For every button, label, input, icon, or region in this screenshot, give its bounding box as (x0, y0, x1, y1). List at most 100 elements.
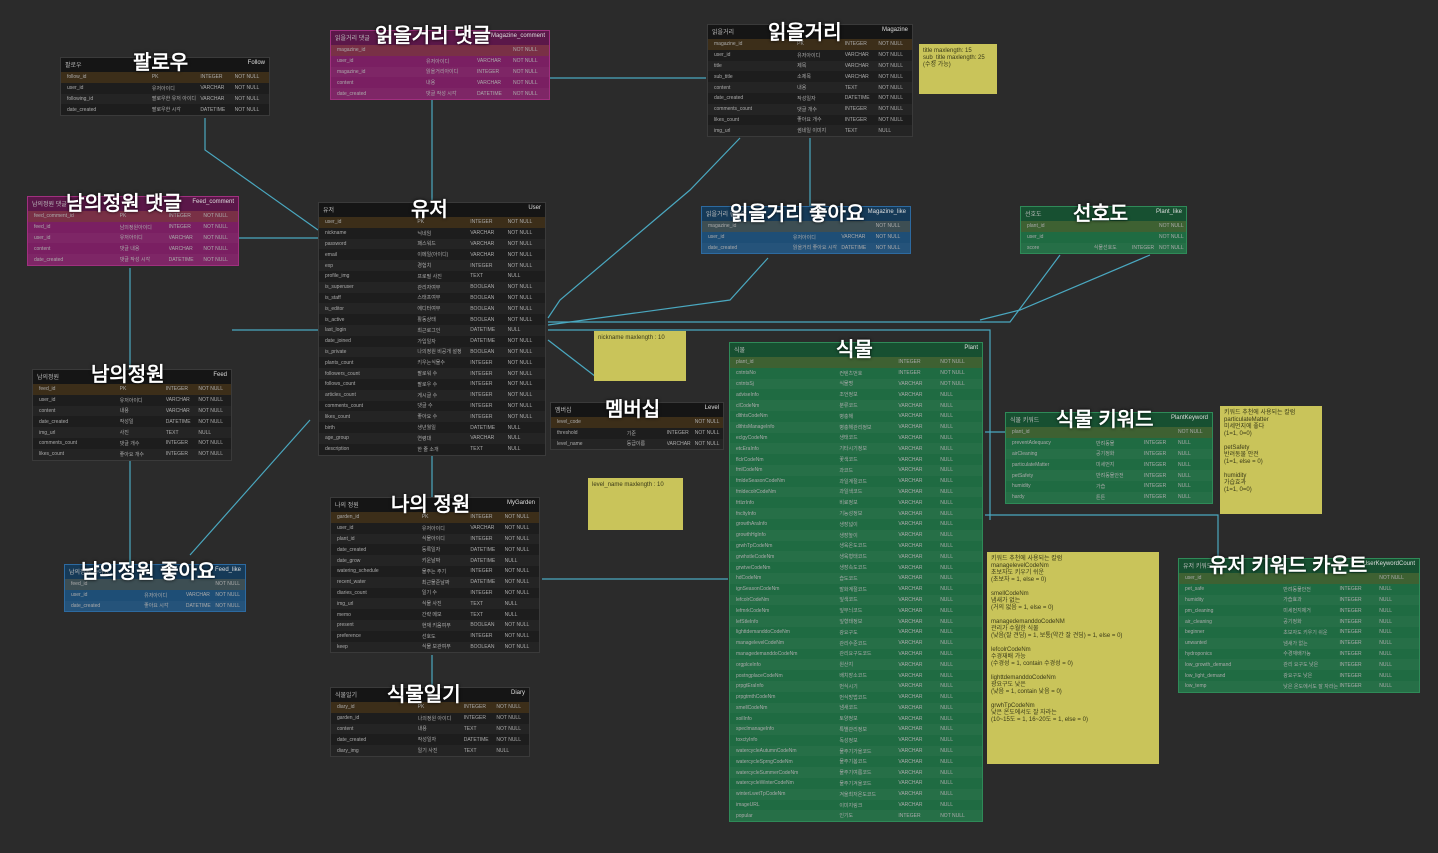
column-nullable: NULL (940, 640, 953, 647)
table-row: img_url 썸네일 이미지 TEXT NULL (708, 125, 912, 136)
feed-table[interactable]: 남의정원 Feed feed_id PK INTEGER NOT NULL user_id… (32, 364, 232, 461)
column-description: 병충해관리정보 (839, 424, 872, 431)
column-nullable: NOT NULL (504, 525, 530, 532)
column-name: watercycleSprngCodeNm (736, 758, 793, 765)
table-english-name: Diary (510, 690, 525, 696)
column-nullable: NOT NULL (507, 262, 533, 269)
column-type: VARCHAR (168, 234, 193, 241)
table-row: adviseInfo 조언정보 VARCHAR NULL (730, 389, 982, 400)
follow-table[interactable]: 팔로우 Follow follow_id PK INTEGER NOT NULL user… (60, 52, 270, 117)
column-nullable: NULL (1178, 472, 1191, 479)
column-type: INTEGER (1339, 650, 1362, 657)
column-name: managelevelCodeNm (736, 640, 785, 647)
column-name: following_id (67, 95, 94, 102)
column-name: watercycleAutumnCodeNm (736, 748, 797, 755)
table-row: content 내용 TEXT NOT NULL (331, 724, 529, 735)
magazine-table[interactable]: 읽을거리 Magazine magazine_id PK INTEGER NOT NUL… (707, 22, 913, 138)
column-type: INTEGER (470, 514, 493, 521)
column-nullable: NULL (940, 586, 953, 593)
plant-like-table[interactable]: 선호도 Plant_like plant_id NOT NULL user_id NOT… (1020, 203, 1187, 255)
column-type: BOOLEAN (470, 294, 495, 301)
table-row: user_id 유저아이디 VARCHAR NOT NULL (65, 590, 245, 601)
table-title: 팔로우 (133, 52, 189, 74)
column-type: INTEGER (470, 589, 493, 596)
column-nullable: NOT NULL (203, 224, 228, 231)
column-name: last_login (325, 327, 347, 334)
table-row: hydroponics 수경재배가능 INTEGER NULL (1179, 649, 1419, 660)
table-row: watercycleAutumnCodeNm 물주기가을코드 VARCHAR NULL (730, 746, 982, 757)
user-keyword-count-table[interactable]: 유저 키워드 UserKeywordCount user_id NOT NULL pe… (1178, 555, 1420, 693)
column-name: watercycleSummerCodeNm (736, 769, 799, 776)
column-type: INTEGER (1339, 661, 1362, 668)
column-nullable: NULL (940, 575, 953, 582)
column-description: 컨텐츠번호 (839, 370, 863, 377)
table-korean-label: 읽을거리 (712, 30, 735, 36)
diary-table[interactable]: 식물일기 Diary diary_id PK INTEGER NOT NULL garde… (330, 684, 530, 757)
column-type: INTEGER (470, 535, 493, 542)
table-row: imageURL 이미지링크 VARCHAR NULL (730, 800, 982, 811)
table-row: user_id 유저아이디 VARCHAR NOT NULL (61, 83, 269, 94)
plant-keyword-table[interactable]: 식물 키워드 PlantKeyword plant_id NOT NULL preve… (1005, 409, 1213, 504)
level-table[interactable]: 멤버십 Level level_code NOT NULL threshold 기준 IN… (550, 399, 724, 451)
column-description: 사진 (119, 430, 129, 437)
table-title: 식물일기 (387, 684, 461, 706)
column-nullable: NULL (198, 429, 212, 436)
table-row: magazine_id 읽을거리아이디 INTEGER NOT NULL (331, 67, 549, 78)
column-type: DATETIME (463, 736, 489, 743)
column-name: present (337, 622, 354, 629)
column-description: 식물아이디 (421, 536, 445, 543)
column-type: DATETIME (165, 418, 191, 425)
column-type: VARCHAR (470, 435, 495, 442)
table-row: memo 간략 메모 TEXT NULL (331, 609, 539, 620)
column-type: INTEGER (844, 41, 867, 48)
column-nullable: NOT NULL (878, 52, 903, 59)
column-description: 팔로워 수 (417, 371, 438, 378)
table-row: smellCodeNm 냄새코드 VARCHAR NULL (730, 703, 982, 714)
column-description: 생장넓이 (839, 521, 858, 528)
magazine-comment-table[interactable]: 읽을거리 댓글 Magazine_comment magazine_id NOT N… (330, 25, 550, 100)
column-name: managedemanddoCodeNm (736, 650, 798, 657)
column-name: user_id (39, 397, 56, 404)
magazine-like-table[interactable]: 읽을거리 좋아요 Magazine_like magazine_id NOT NUL… (701, 203, 911, 255)
plant-table[interactable]: 식물 Plant plant_id INTEGER NOT NULL cntntsNo 컨… (729, 339, 983, 823)
column-nullable: NOT NULL (504, 622, 530, 629)
column-nullable: NOT NULL (504, 579, 530, 586)
table-row: articles_count 게시글 수 INTEGER NOT NULL (319, 390, 545, 401)
column-nullable: NOT NULL (507, 294, 533, 301)
column-type: INTEGER (844, 106, 867, 113)
column-nullable: NULL (1178, 461, 1191, 468)
table-row: password 패스워드 VARCHAR NOT NULL (319, 239, 545, 250)
column-name: content (337, 79, 354, 86)
table-korean-label: 멤버십 (555, 408, 572, 414)
column-nullable: NOT NULL (1379, 575, 1404, 582)
column-description: 비료정보 (839, 500, 858, 507)
column-type: VARCHAR (898, 748, 923, 755)
column-type: INTEGER (1339, 586, 1362, 593)
column-type: TEXT (463, 725, 477, 732)
column-name: profile_img (325, 273, 350, 280)
column-type: VARCHAR (898, 424, 923, 431)
column-name: unwanted (1185, 640, 1207, 647)
user-table[interactable]: 유저 User user_id PK INTEGER NOT NULL nickname 닉… (318, 199, 546, 456)
column-type: BOOLEAN (470, 305, 495, 312)
column-name: grwhstleCodeNm (736, 553, 775, 560)
feed-like-table[interactable]: 남의정원 좋아요 Feed_like feed_id NOT NULL user_id… (64, 561, 246, 613)
column-nullable: NOT NULL (507, 284, 533, 291)
table-korean-label: 선호도 (1025, 212, 1042, 218)
table-row: grwhTpCodeNm 생육온도코드 VARCHAR NULL (730, 541, 982, 552)
column-name: pm_cleaning (1185, 607, 1214, 614)
column-description: 한 줄 소개 (417, 446, 439, 453)
column-description: 미세먼지 (1096, 462, 1115, 469)
table-row: date_created 댓글 작성 시각 DATETIME NOT NULL (28, 254, 238, 265)
table-row: humidity 가습효과 INTEGER NULL (1179, 595, 1419, 606)
column-type: VARCHAR (844, 52, 869, 59)
column-nullable: NULL (940, 758, 953, 765)
my-garden-table[interactable]: 나의 정원 MyGarden garden_id PK INTEGER NOT NULL… (330, 494, 540, 654)
table-rows: user_id PK INTEGER NOT NULL nickname 닉네임 VARCH… (319, 217, 545, 455)
column-nullable: NOT NULL (504, 514, 530, 521)
feed-comment-table[interactable]: 남의정원 댓글 Feed_comment feed_comment_id PK INT… (27, 193, 239, 266)
column-nullable: NULL (940, 521, 953, 528)
column-name: humidity (1185, 596, 1204, 603)
column-nullable: NOT NULL (198, 386, 223, 393)
column-description: 생장속도코드 (839, 565, 867, 572)
